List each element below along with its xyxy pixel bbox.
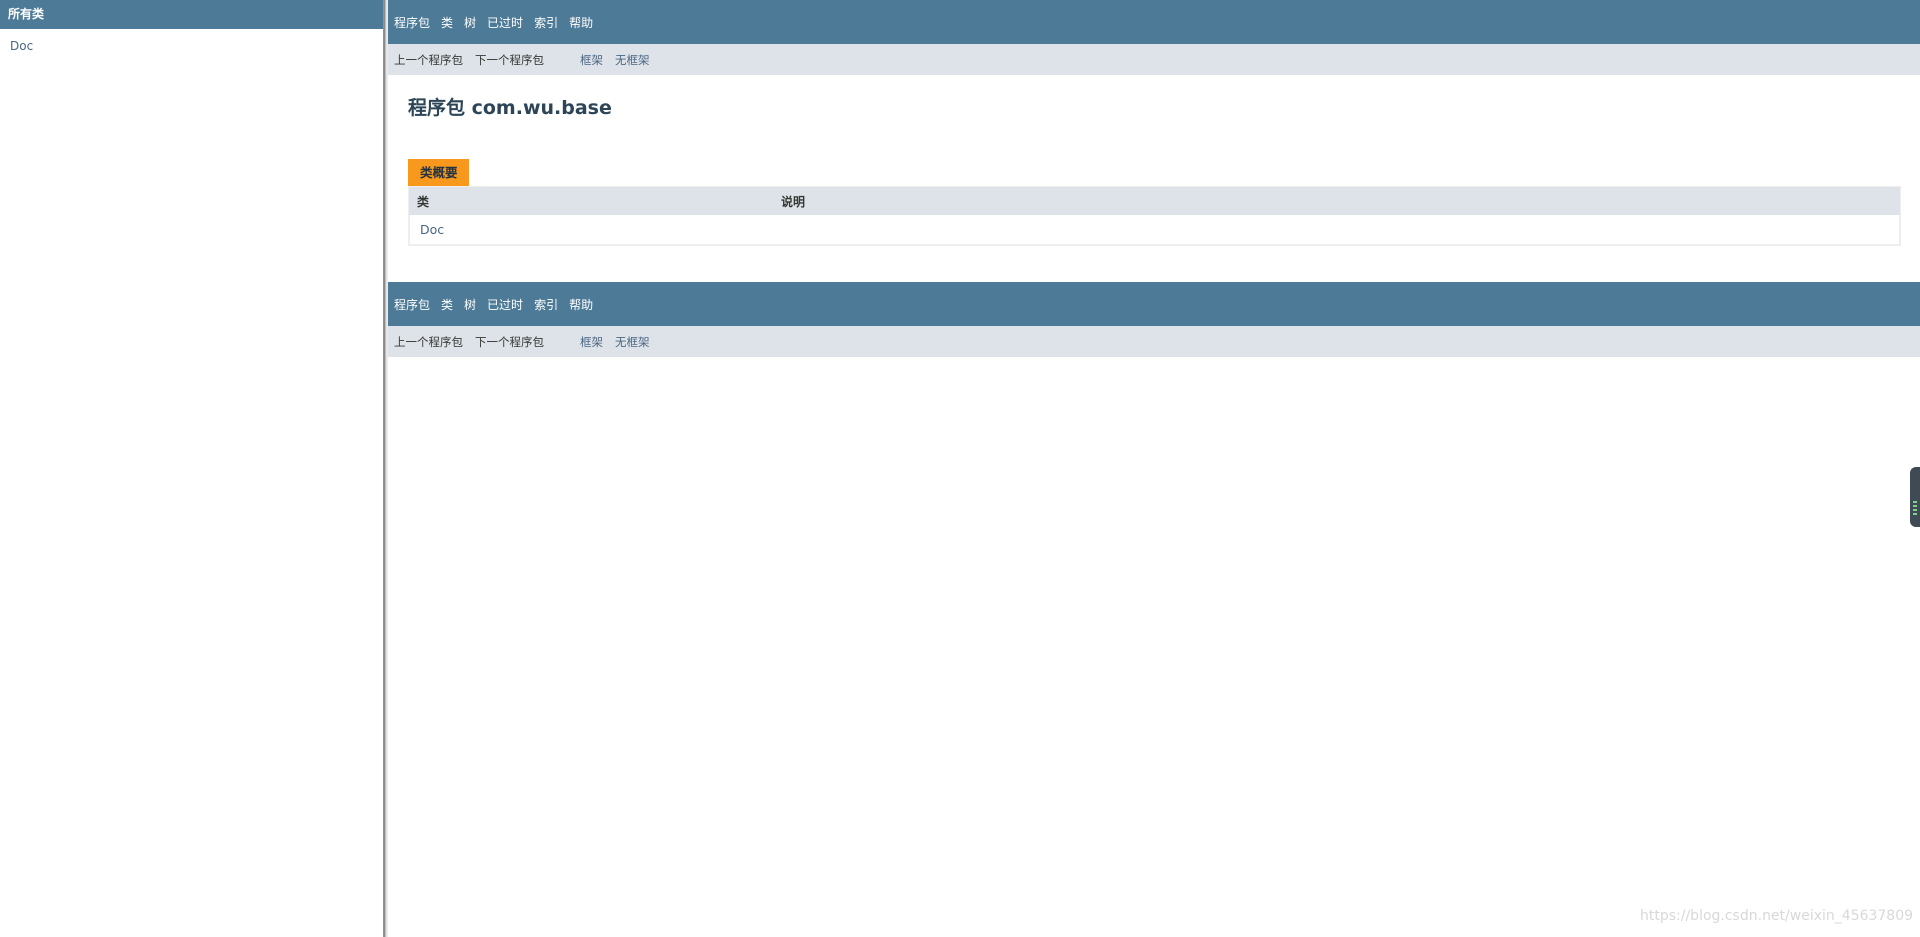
table-header: 类 说明 — [409, 187, 1900, 215]
table-row: Doc — [409, 215, 1900, 245]
side-widget-handle[interactable] — [1910, 467, 1920, 527]
nav-tree[interactable]: 树 — [464, 296, 476, 313]
nav-index[interactable]: 索引 — [534, 14, 558, 31]
top-sub-nav: 上一个程序包 下一个程序包 框架 无框架 — [388, 44, 1920, 75]
nav-deprecated[interactable]: 已过时 — [487, 296, 523, 313]
next-package-label: 下一个程序包 — [475, 334, 544, 349]
class-link-doc-summary[interactable]: Doc — [410, 222, 444, 237]
no-frames-link[interactable]: 无框架 — [615, 52, 650, 68]
prev-package-label: 上一个程序包 — [394, 52, 463, 67]
next-package-label: 下一个程序包 — [475, 52, 544, 67]
class-summary-caption: 类概要 — [408, 159, 469, 186]
nav-package[interactable]: 程序包 — [394, 14, 430, 31]
nav-index[interactable]: 索引 — [534, 296, 558, 313]
class-list: Doc — [0, 29, 383, 53]
column-header-class: 类 — [417, 194, 430, 209]
class-summary-table: 类 说明 Doc — [408, 186, 1901, 246]
all-classes-frame: 所有类 Doc — [0, 0, 383, 937]
package-frame: 程序包 类 树 已过时 索引 帮助 上一个程序包 下一个程序包 框架 无框架 程… — [388, 0, 1920, 937]
nav-tree[interactable]: 树 — [464, 14, 476, 31]
top-nav-bar: 程序包 类 树 已过时 索引 帮助 — [388, 0, 1920, 44]
nav-help[interactable]: 帮助 — [569, 14, 593, 31]
class-link-doc[interactable]: Doc — [10, 39, 383, 53]
watermark: https://blog.csdn.net/weixin_45637809 — [1640, 908, 1914, 924]
bottom-nav: 程序包 类 树 已过时 索引 帮助 上一个程序包 下一个程序包 框架 无框架 — [388, 282, 1920, 357]
nav-class[interactable]: 类 — [441, 296, 453, 313]
grip-icon — [1913, 501, 1917, 517]
nav-package[interactable]: 程序包 — [394, 296, 430, 313]
bottom-sub-nav: 上一个程序包 下一个程序包 框架 无框架 — [388, 326, 1920, 357]
page-title: 程序包 com.wu.base — [408, 97, 612, 119]
prev-package-label: 上一个程序包 — [394, 334, 463, 349]
column-header-description: 说明 — [781, 194, 806, 209]
frames-link[interactable]: 框架 — [580, 334, 603, 350]
nav-class[interactable]: 类 — [441, 14, 453, 31]
class-summary: 类概要 类 说明 Doc — [408, 159, 1901, 246]
nav-help[interactable]: 帮助 — [569, 296, 593, 313]
main-content: 程序包 com.wu.base 类概要 类 说明 Doc — [388, 75, 1920, 246]
all-classes-header: 所有类 — [0, 0, 383, 29]
frames-link[interactable]: 框架 — [580, 52, 603, 68]
nav-deprecated[interactable]: 已过时 — [487, 14, 523, 31]
bottom-nav-bar: 程序包 类 树 已过时 索引 帮助 — [388, 282, 1920, 326]
no-frames-link[interactable]: 无框架 — [615, 334, 650, 350]
